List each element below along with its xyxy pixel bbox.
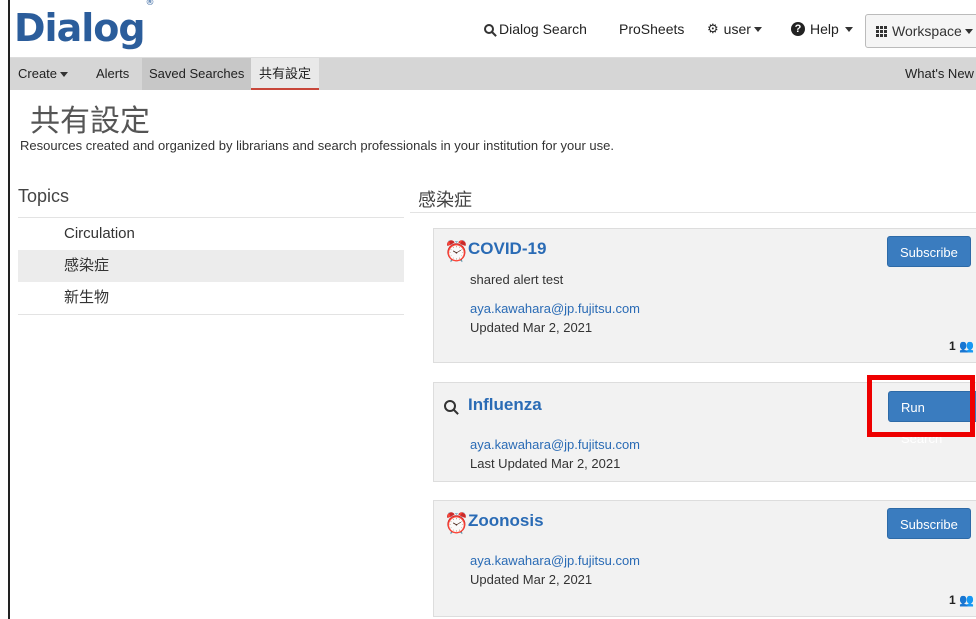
dialog-search-link[interactable]: Dialog Search <box>484 0 587 58</box>
saved-searches-link[interactable]: Saved Searches <box>142 58 252 90</box>
section-heading: 感染症 <box>418 190 472 210</box>
item-title[interactable]: Zoonosis <box>468 511 544 531</box>
prosheets-label: ProSheets <box>619 21 685 37</box>
topic-item-infectious-disease[interactable]: 感染症 <box>18 250 404 282</box>
chevron-down-icon <box>964 28 973 34</box>
grid-icon <box>876 25 887 37</box>
search-icon <box>484 22 494 37</box>
top-header: Dialog® Dialog Search ProSheets ⚙ user ?… <box>10 0 976 58</box>
prosheets-link[interactable]: ProSheets <box>619 0 684 58</box>
item-owner-email[interactable]: aya.kawahara@jp.fujitsu.com <box>470 553 640 568</box>
shared-settings-tab[interactable]: 共有設定 <box>251 58 320 90</box>
page-title: 共有設定 <box>30 104 150 139</box>
create-label: Create <box>18 66 58 81</box>
item-title[interactable]: COVID-19 <box>468 239 546 259</box>
topics-list: Circulation 感染症 新生物 <box>18 217 404 315</box>
workspace-label: Workspace <box>892 23 962 39</box>
search-icon <box>444 395 456 418</box>
alarm-clock-icon: ⏰ <box>444 513 469 535</box>
chevron-down-icon <box>753 26 762 32</box>
users-icon: 👥 <box>959 339 974 353</box>
app-frame: Dialog® Dialog Search ProSheets ⚙ user ?… <box>8 0 976 619</box>
create-menu[interactable]: Create <box>18 58 69 90</box>
section-divider <box>410 212 976 213</box>
item-title[interactable]: Influenza <box>468 395 542 415</box>
alerts-link[interactable]: Alerts <box>96 58 129 90</box>
item-updated: Updated Mar 2, 2021 <box>470 320 593 335</box>
subscribe-button[interactable]: Subscribe <box>887 236 971 267</box>
help-menu[interactable]: ? Help <box>791 0 853 58</box>
topics-heading: Topics <box>18 186 70 206</box>
user-label: user <box>723 21 751 37</box>
help-label: Help <box>810 21 839 37</box>
item-owner-email[interactable]: aya.kawahara@jp.fujitsu.com <box>470 437 640 452</box>
subscriber-count: 1 👥 <box>949 593 974 607</box>
workspace-button[interactable]: Workspace <box>865 14 976 48</box>
whats-new-link[interactable]: What's New <box>905 58 974 90</box>
topic-item-circulation[interactable]: Circulation <box>18 218 404 250</box>
dialog-logo[interactable]: Dialog® <box>14 0 155 50</box>
item-updated: Last Updated Mar 2, 2021 <box>470 456 621 471</box>
page-description: Resources created and organized by libra… <box>20 138 614 153</box>
chevron-down-icon <box>60 72 69 78</box>
alarm-clock-icon: ⏰ <box>444 241 469 263</box>
subscribe-button[interactable]: Subscribe <box>887 508 971 539</box>
user-menu[interactable]: ⚙ user <box>707 0 762 58</box>
topic-item-neoplasm[interactable]: 新生物 <box>18 282 404 314</box>
shared-item-card: ⏰ COVID-19 shared alert test aya.kawahar… <box>433 228 976 363</box>
secondary-nav: Create Alerts Saved Searches 共有設定 What's… <box>10 58 976 90</box>
gear-icon: ⚙ <box>707 21 719 36</box>
item-updated: Updated Mar 2, 2021 <box>470 572 593 587</box>
users-icon: 👥 <box>959 593 974 607</box>
subscriber-count: 1 👥 <box>949 339 974 353</box>
dialog-search-label: Dialog Search <box>499 21 587 37</box>
item-owner-email[interactable]: aya.kawahara@jp.fujitsu.com <box>470 301 640 316</box>
annotation-highlight-box <box>867 375 975 437</box>
item-description: shared alert test <box>470 272 564 287</box>
question-circle-icon: ? <box>791 22 805 36</box>
chevron-down-icon <box>844 26 853 32</box>
shared-item-card: ⏰ Zoonosis aya.kawahara@jp.fujitsu.com U… <box>433 500 976 617</box>
